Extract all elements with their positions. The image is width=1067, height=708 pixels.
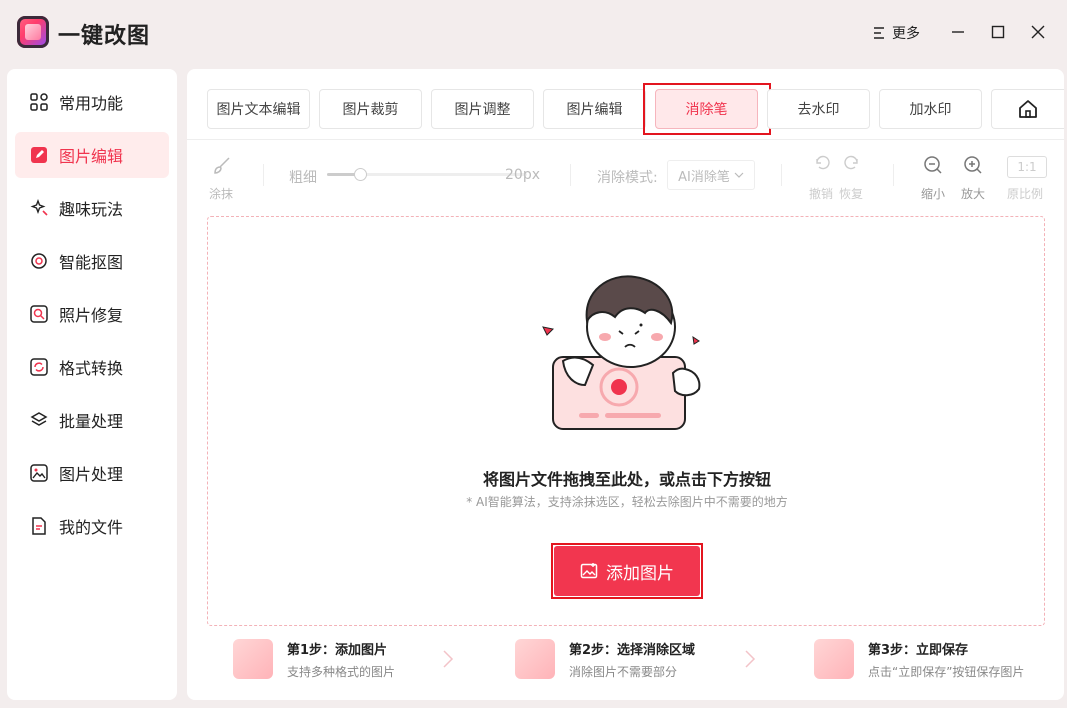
layers-icon xyxy=(30,412,48,426)
zoom-in-icon[interactable] xyxy=(962,154,984,176)
zoom-in-label: 放大 xyxy=(961,187,986,201)
toolbar-divider xyxy=(263,164,264,186)
redo-icon[interactable] xyxy=(843,155,861,173)
zoom-out-label: 缩小 xyxy=(921,187,946,201)
app-title: 一键改图 xyxy=(58,24,151,49)
toolbar-divider xyxy=(893,164,894,186)
mode-value: AI消除笔 xyxy=(678,169,730,185)
sidebar-item-label: 照片修复 xyxy=(59,306,124,325)
image-icon xyxy=(30,464,48,482)
thickness-slider-knob[interactable] xyxy=(354,168,367,181)
file-icon xyxy=(32,517,46,535)
sidebar-item-label: 我的文件 xyxy=(59,518,124,537)
step-desc: 点击“立即保存”按钮保存图片 xyxy=(868,665,1025,679)
grid-icon xyxy=(30,93,48,111)
home-icon xyxy=(1019,100,1037,118)
menu-icon xyxy=(874,27,884,39)
step-title: 第1步：添加图片 xyxy=(287,643,388,658)
drop-subtitle: * AI智能算法，支持涂抹选区，轻松去除图片中不需要的地方 xyxy=(466,495,788,509)
sparkle-icon xyxy=(30,199,48,216)
more-menu-button[interactable]: 更多 xyxy=(872,22,920,44)
target-icon xyxy=(31,253,47,269)
tab-add-watermark[interactable]: 加水印 xyxy=(879,89,982,129)
undo-icon[interactable] xyxy=(813,155,831,173)
sidebar-item-cutout[interactable]: 智能抠图 xyxy=(15,238,169,284)
drop-zone[interactable]: 将图片文件拖拽至此处，或点击下方按钮 * AI智能算法，支持涂抹选区，轻松去除图… xyxy=(207,216,1045,626)
sidebar-item-my-files[interactable]: 我的文件 xyxy=(15,503,169,549)
close-icon xyxy=(1031,25,1045,39)
thickness-label: 粗细 xyxy=(289,170,317,186)
sidebar-item-image-process[interactable]: 图片处理 xyxy=(15,450,169,496)
sidebar-item-label: 图片编辑 xyxy=(59,147,124,166)
sidebar-item-label: 图片处理 xyxy=(59,465,124,484)
sidebar-item-convert[interactable]: 格式转换 xyxy=(15,344,169,390)
chevron-down-icon xyxy=(734,172,744,178)
mode-label: 消除模式: xyxy=(597,170,658,186)
maximize-icon xyxy=(991,25,1005,39)
sidebar-item-repair[interactable]: 照片修复 xyxy=(15,291,169,337)
step-desc: 消除图片不需要部分 xyxy=(569,665,678,679)
step-title: 第2步：选择消除区域 xyxy=(569,643,696,658)
brush-icon[interactable] xyxy=(211,155,233,177)
convert-icon xyxy=(30,358,48,376)
chevron-right-icon xyxy=(745,650,756,668)
sidebar-item-label: 格式转换 xyxy=(59,359,124,378)
add-button-highlight-box xyxy=(551,543,703,599)
main-panel: 图片文本编辑 图片裁剪 图片调整 图片编辑 消除笔 去水印 加水印 涂抹 粗细 … xyxy=(187,69,1064,700)
toolbar-divider xyxy=(781,164,782,186)
title-bar: 一键改图 更多 xyxy=(0,0,1067,64)
save-icon xyxy=(814,639,854,679)
thickness-value: 20px xyxy=(505,167,540,183)
sidebar-item-label: 智能抠图 xyxy=(59,253,124,272)
minimize-icon xyxy=(952,31,964,33)
more-label: 更多 xyxy=(892,26,920,42)
tab-crop[interactable]: 图片裁剪 xyxy=(319,89,422,129)
add-photo-icon xyxy=(233,639,273,679)
chevron-right-icon xyxy=(443,650,454,668)
step-title: 第3步：立即保存 xyxy=(868,643,969,658)
minimize-button[interactable] xyxy=(946,20,970,44)
app-logo xyxy=(17,16,49,48)
redo-label: 恢复 xyxy=(839,187,864,201)
step-desc: 支持多种格式的图片 xyxy=(287,665,396,679)
drop-title: 将图片文件拖拽至此处，或点击下方按钮 xyxy=(482,470,771,489)
edit-icon xyxy=(31,147,47,163)
zoom-out-icon[interactable] xyxy=(922,154,944,176)
sidebar: 常用功能 图片编辑 趣味玩法 智能抠图 照片修复 格式转换 批量处理 图片处理 … xyxy=(7,69,177,700)
smear-label: 涂抹 xyxy=(209,187,234,201)
original-ratio-label: 原比例 xyxy=(1007,187,1044,201)
sidebar-item-image-edit[interactable]: 图片编辑 xyxy=(15,132,169,178)
tab-adjust[interactable]: 图片调整 xyxy=(431,89,534,129)
sidebar-item-common[interactable]: 常用功能 xyxy=(15,79,169,125)
sidebar-item-fun[interactable]: 趣味玩法 xyxy=(15,185,169,231)
tab-image-edit[interactable]: 图片编辑 xyxy=(543,89,646,129)
sidebar-item-label: 批量处理 xyxy=(59,412,124,431)
character-illustration xyxy=(542,275,701,430)
undo-label: 撤销 xyxy=(809,187,834,201)
maximize-button[interactable] xyxy=(986,20,1010,44)
sidebar-item-label: 常用功能 xyxy=(59,94,124,113)
mode-select[interactable]: AI消除笔 xyxy=(667,160,755,190)
toolbar-divider xyxy=(570,164,571,186)
eraser-tab-highlight-box xyxy=(643,83,771,135)
tab-image-text-edit[interactable]: 图片文本编辑 xyxy=(207,89,310,129)
repair-icon xyxy=(30,305,48,323)
select-area-icon xyxy=(515,639,555,679)
sidebar-item-batch[interactable]: 批量处理 xyxy=(15,397,169,443)
sidebar-item-label: 趣味玩法 xyxy=(59,200,124,219)
original-ratio-button[interactable]: 1:1 xyxy=(1007,156,1047,178)
close-button[interactable] xyxy=(1026,20,1050,44)
tab-remove-watermark[interactable]: 去水印 xyxy=(767,89,870,129)
tabs-divider xyxy=(187,139,1064,140)
home-button[interactable] xyxy=(991,89,1064,129)
